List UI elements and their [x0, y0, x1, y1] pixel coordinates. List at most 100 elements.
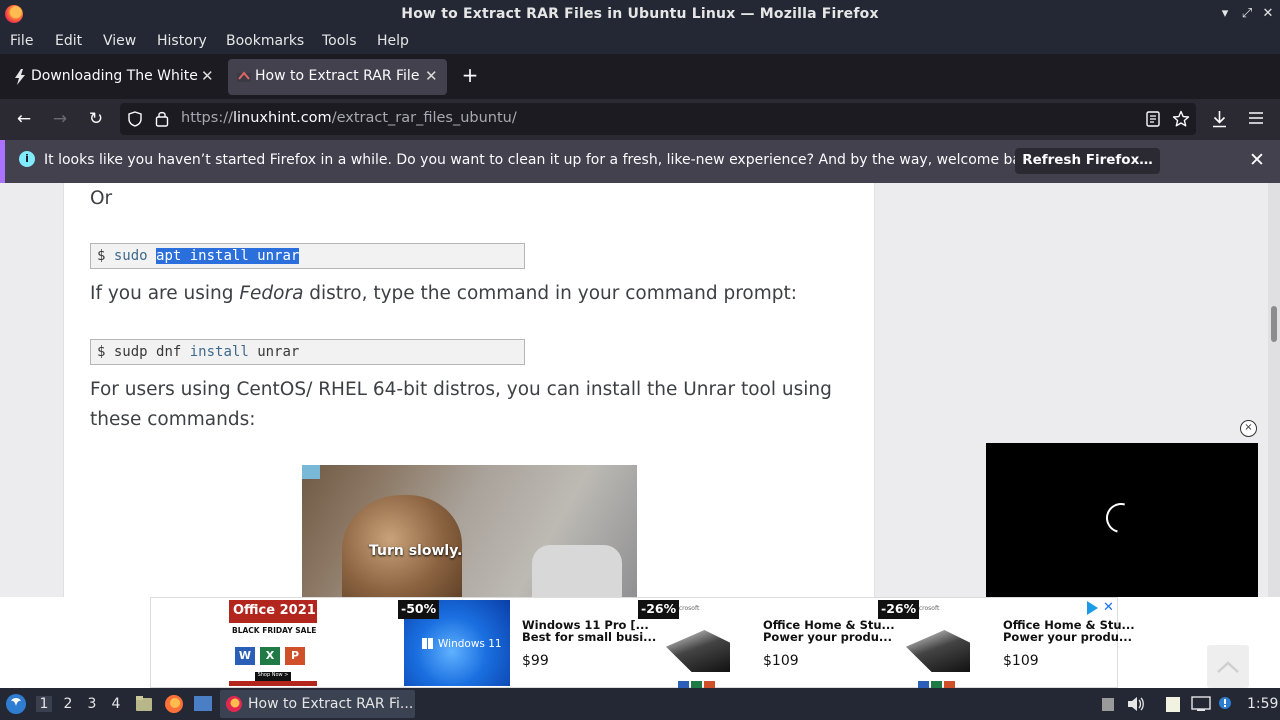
code-selected-text: apt install unrar	[156, 248, 300, 264]
code-prompt: $	[97, 344, 106, 360]
start-menu-icon[interactable]	[5, 693, 27, 715]
refresh-firefox-button[interactable]: Refresh Firefox…	[1015, 148, 1160, 174]
excel-icon: X	[260, 647, 280, 665]
tab-close-icon[interactable]: ✕	[201, 67, 214, 85]
workspace-3[interactable]: 3	[84, 696, 100, 712]
lock-icon[interactable]	[155, 110, 169, 127]
reload-button[interactable]: ↻	[84, 108, 108, 132]
show-desktop-icon[interactable]	[193, 695, 213, 712]
word-icon: W	[235, 647, 255, 665]
tab-label: How to Extract RAR Files in Ubuntu Linux	[255, 68, 420, 84]
navigation-toolbar: ← → ↻ https://linuxhint.com/extract_rar_…	[0, 99, 1280, 140]
paragraph-centos-line2: these commands:	[90, 409, 256, 430]
discount-badge: -26%	[878, 600, 920, 619]
shop-now-button[interactable]: Shop Now >	[255, 672, 291, 681]
menu-history[interactable]: History	[157, 33, 207, 49]
url-bar[interactable]: https://linuxhint.com/extract_rar_files_…	[120, 103, 1196, 135]
office-2021-title: Office 2021	[229, 600, 317, 623]
info-icon: i	[19, 151, 35, 167]
product-price: $99	[522, 653, 549, 669]
code-command: sudo	[113, 248, 148, 264]
menu-bar: File Edit View History Bookmarks Tools H…	[0, 29, 1280, 54]
file-manager-icon[interactable]	[135, 695, 153, 712]
ad-photo-car	[532, 545, 622, 597]
close-window-button[interactable]: ✕	[1260, 6, 1276, 21]
product-subtitle: Power your produ...	[763, 630, 893, 644]
black-friday-label: BLACK FRIDAY SALE	[232, 626, 317, 635]
windows-11-image-text: Windows 11	[438, 638, 502, 650]
code-block-dnf[interactable]: $ sudp dnf install unrar	[90, 339, 525, 365]
window-titlebar: How to Extract RAR Files in Ubuntu Linux…	[0, 0, 1280, 29]
hamburger-menu-icon[interactable]	[1248, 111, 1264, 125]
update-notification-icon[interactable]	[1217, 696, 1233, 714]
bookmark-star-icon[interactable]	[1172, 110, 1190, 128]
scroll-to-top-button[interactable]	[1207, 645, 1249, 688]
code-block-apt[interactable]: $ sudo apt install unrar	[90, 243, 525, 269]
page-scrollbar[interactable]	[1268, 183, 1280, 597]
code-prompt: $	[97, 248, 106, 264]
back-button[interactable]: ←	[12, 108, 36, 132]
url-path: /extract_rar_files_ubuntu/	[331, 110, 517, 126]
taskbar-firefox-window[interactable]: How to Extract RAR Fi...	[220, 690, 415, 718]
tab-close-icon[interactable]: ✕	[425, 67, 438, 85]
workspace-1[interactable]: 1	[36, 696, 52, 712]
code-command: sudp dnf	[113, 344, 182, 360]
refresh-notification-bar: i It looks like you haven’t started Fire…	[0, 140, 1280, 183]
notification-close-button[interactable]: ✕	[1249, 149, 1265, 171]
network-icon[interactable]	[1191, 696, 1211, 712]
firefox-launcher-icon[interactable]	[164, 694, 184, 714]
powerpoint-icon: P	[285, 647, 305, 665]
url-text[interactable]: https://linuxhint.com/extract_rar_files_…	[181, 110, 517, 126]
notes-icon[interactable]	[1164, 696, 1182, 713]
menu-help[interactable]: Help	[377, 33, 409, 49]
forward-button[interactable]: →	[48, 108, 72, 132]
video-close-button[interactable]: ×	[1240, 420, 1257, 437]
tab-downloading-white-house[interactable]: Downloading The White House ✕	[4, 59, 222, 95]
tracking-protection-shield-icon[interactable]	[127, 111, 143, 127]
tab-extract-rar[interactable]: How to Extract RAR Files in Ubuntu Linux…	[228, 59, 447, 95]
reader-view-icon[interactable]	[1146, 111, 1160, 127]
ad-caption: Turn slowly.	[369, 543, 463, 559]
clock: 1:59	[1247, 696, 1279, 712]
minimize-button[interactable]: ▾	[1217, 6, 1233, 21]
workspace-4[interactable]: 4	[108, 696, 124, 712]
firefox-icon	[226, 696, 242, 712]
ad-close-button[interactable]: ✕	[1103, 600, 1114, 615]
fedora-text-post: distro, type the command in your command…	[303, 283, 797, 304]
windows-logo-icon	[422, 638, 433, 649]
notification-message: It looks like you haven’t started Firefo…	[44, 152, 1043, 168]
taskbar-window-label: How to Extract RAR Fi...	[248, 696, 414, 712]
menu-view[interactable]: View	[103, 33, 136, 49]
adchoices-triangle-icon[interactable]	[1087, 601, 1098, 615]
office-2021-ad[interactable]: Office 2021 BLACK FRIDAY SALE WXP Shop N…	[229, 600, 317, 686]
product-subtitle: Best for small busi...	[522, 630, 657, 644]
menu-bookmarks[interactable]: Bookmarks	[226, 33, 304, 49]
tab-strip: Downloading The White House ✕ How to Ext…	[0, 54, 1280, 99]
discount-badge: -50%	[398, 600, 440, 619]
product-price: $109	[1003, 653, 1039, 669]
article-body: Or $ sudo apt install unrar If you are u…	[63, 183, 875, 597]
workspace-2[interactable]: 2	[60, 696, 76, 712]
new-tab-button[interactable]: +	[459, 63, 481, 87]
scrollbar-thumb[interactable]	[1271, 306, 1277, 342]
url-prefix: https://	[181, 110, 233, 126]
fedora-emphasis: Fedora	[239, 283, 304, 304]
volume-icon[interactable]	[1127, 696, 1145, 712]
discount-badge: -26%	[638, 600, 680, 619]
maximize-button[interactable]: ⤢	[1239, 6, 1255, 21]
url-domain: linuxhint.com	[232, 110, 332, 126]
adchoices-icon[interactable]	[302, 465, 320, 479]
menu-file[interactable]: File	[10, 33, 33, 49]
clipboard-icon[interactable]	[1101, 696, 1115, 712]
paragraph-centos-line1: For users using CentOS/ RHEL 64-bit dist…	[90, 379, 832, 400]
menu-edit[interactable]: Edit	[55, 33, 82, 49]
chevron-up-icon	[1217, 661, 1239, 673]
tab-label: Downloading The White House	[31, 68, 199, 84]
office-app-icons: WXP	[235, 644, 310, 665]
menu-tools[interactable]: Tools	[322, 33, 357, 49]
downloads-icon[interactable]	[1211, 110, 1228, 128]
lightning-icon	[15, 69, 25, 85]
paragraph-fedora: If you are using Fedora distro, type the…	[90, 279, 797, 309]
code-arg: unrar	[257, 344, 300, 360]
inline-ad-image[interactable]: Turn slowly.	[302, 465, 637, 597]
